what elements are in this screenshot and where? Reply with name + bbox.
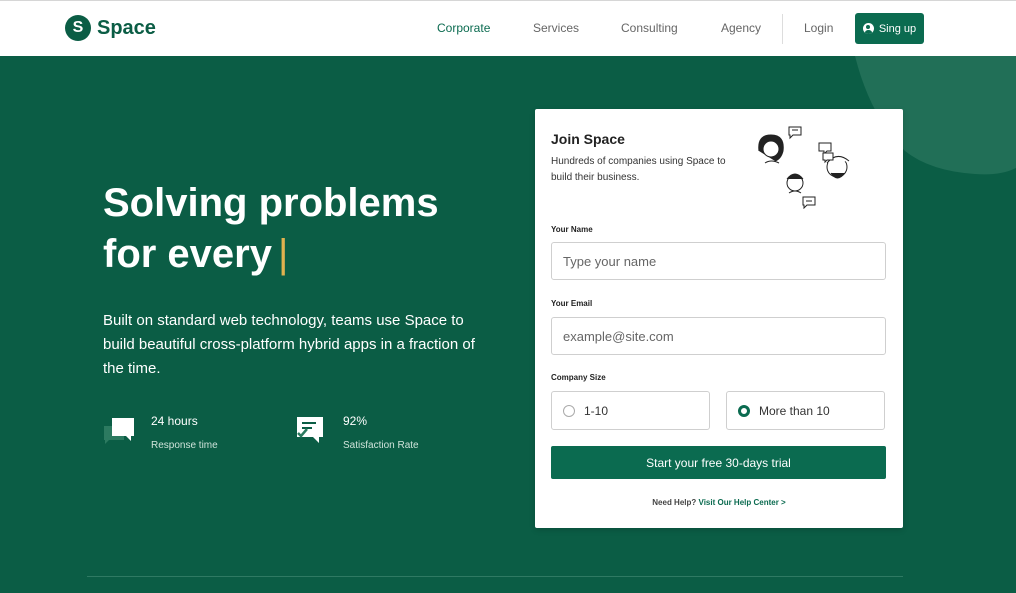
stat-label: Satisfaction Rate [343, 440, 419, 451]
name-label: Your Name [551, 225, 593, 234]
nav-link-services[interactable]: Services [533, 21, 579, 35]
signup-label: Sing up [878, 22, 917, 35]
help-question: Need Help? [652, 498, 697, 507]
signup-form-card: Join Space Hundreds of companies using S… [535, 109, 903, 528]
hero-description: Built on standard web technology, teams … [103, 312, 475, 377]
top-navbar: S Space Corporate Services Consulting Ag… [0, 0, 1016, 56]
chat-check-icon [297, 417, 323, 443]
stat-value: 24 hours [151, 414, 198, 428]
stat-label: Response time [151, 440, 218, 451]
logo[interactable]: S Space [65, 15, 156, 41]
nav-divider [782, 14, 783, 44]
option-label: More than 10 [759, 403, 830, 418]
radio-checked[interactable] [738, 404, 750, 417]
company-size-option-more-than-10[interactable]: More than 10 [726, 391, 885, 430]
option-label: 1-10 [584, 403, 609, 418]
logo-text: Space [97, 16, 156, 39]
logo-mark: S [65, 15, 91, 41]
help-text: Need Help? Visit Our Help Center > [535, 498, 903, 507]
name-input[interactable] [551, 242, 886, 280]
stat-satisfaction: 92% Satisfaction Rate [295, 414, 419, 451]
company-size-option-1-10[interactable]: 1-10 [551, 391, 710, 430]
hero-title-line2-text: for every [103, 232, 272, 276]
email-input[interactable] [551, 317, 886, 355]
login-link[interactable]: Login [804, 21, 833, 35]
stat-response-time: 24 hours Response time [103, 414, 218, 451]
hero-title-line1: Solving problems [103, 181, 439, 225]
hero-title: Solving problems for every | [103, 178, 503, 280]
signup-button[interactable]: Sing up [855, 13, 924, 44]
nav-link-corporate[interactable]: Corporate [437, 21, 490, 35]
chat-bubbles-icon [104, 418, 134, 444]
help-center-link[interactable]: Visit Our Help Center > [699, 498, 786, 507]
user-icon [862, 23, 874, 34]
hero-title-line2: for every | [103, 229, 503, 280]
people-chat-illustration [758, 126, 850, 209]
nav-link-agency[interactable]: Agency [721, 21, 761, 35]
form-subtitle: Hundreds of companies using Space to bui… [551, 156, 726, 183]
typing-cursor: | [277, 232, 289, 276]
nav-link-consulting[interactable]: Consulting [621, 21, 678, 35]
company-size-label: Company Size [551, 373, 606, 382]
form-title: Join Space [551, 131, 625, 147]
hero-divider [87, 576, 903, 577]
stat-value: 92% [343, 414, 368, 428]
radio-unchecked[interactable] [563, 404, 575, 417]
email-label: Your Email [551, 299, 593, 308]
start-trial-button[interactable]: Start your free 30-days trial [551, 446, 886, 479]
